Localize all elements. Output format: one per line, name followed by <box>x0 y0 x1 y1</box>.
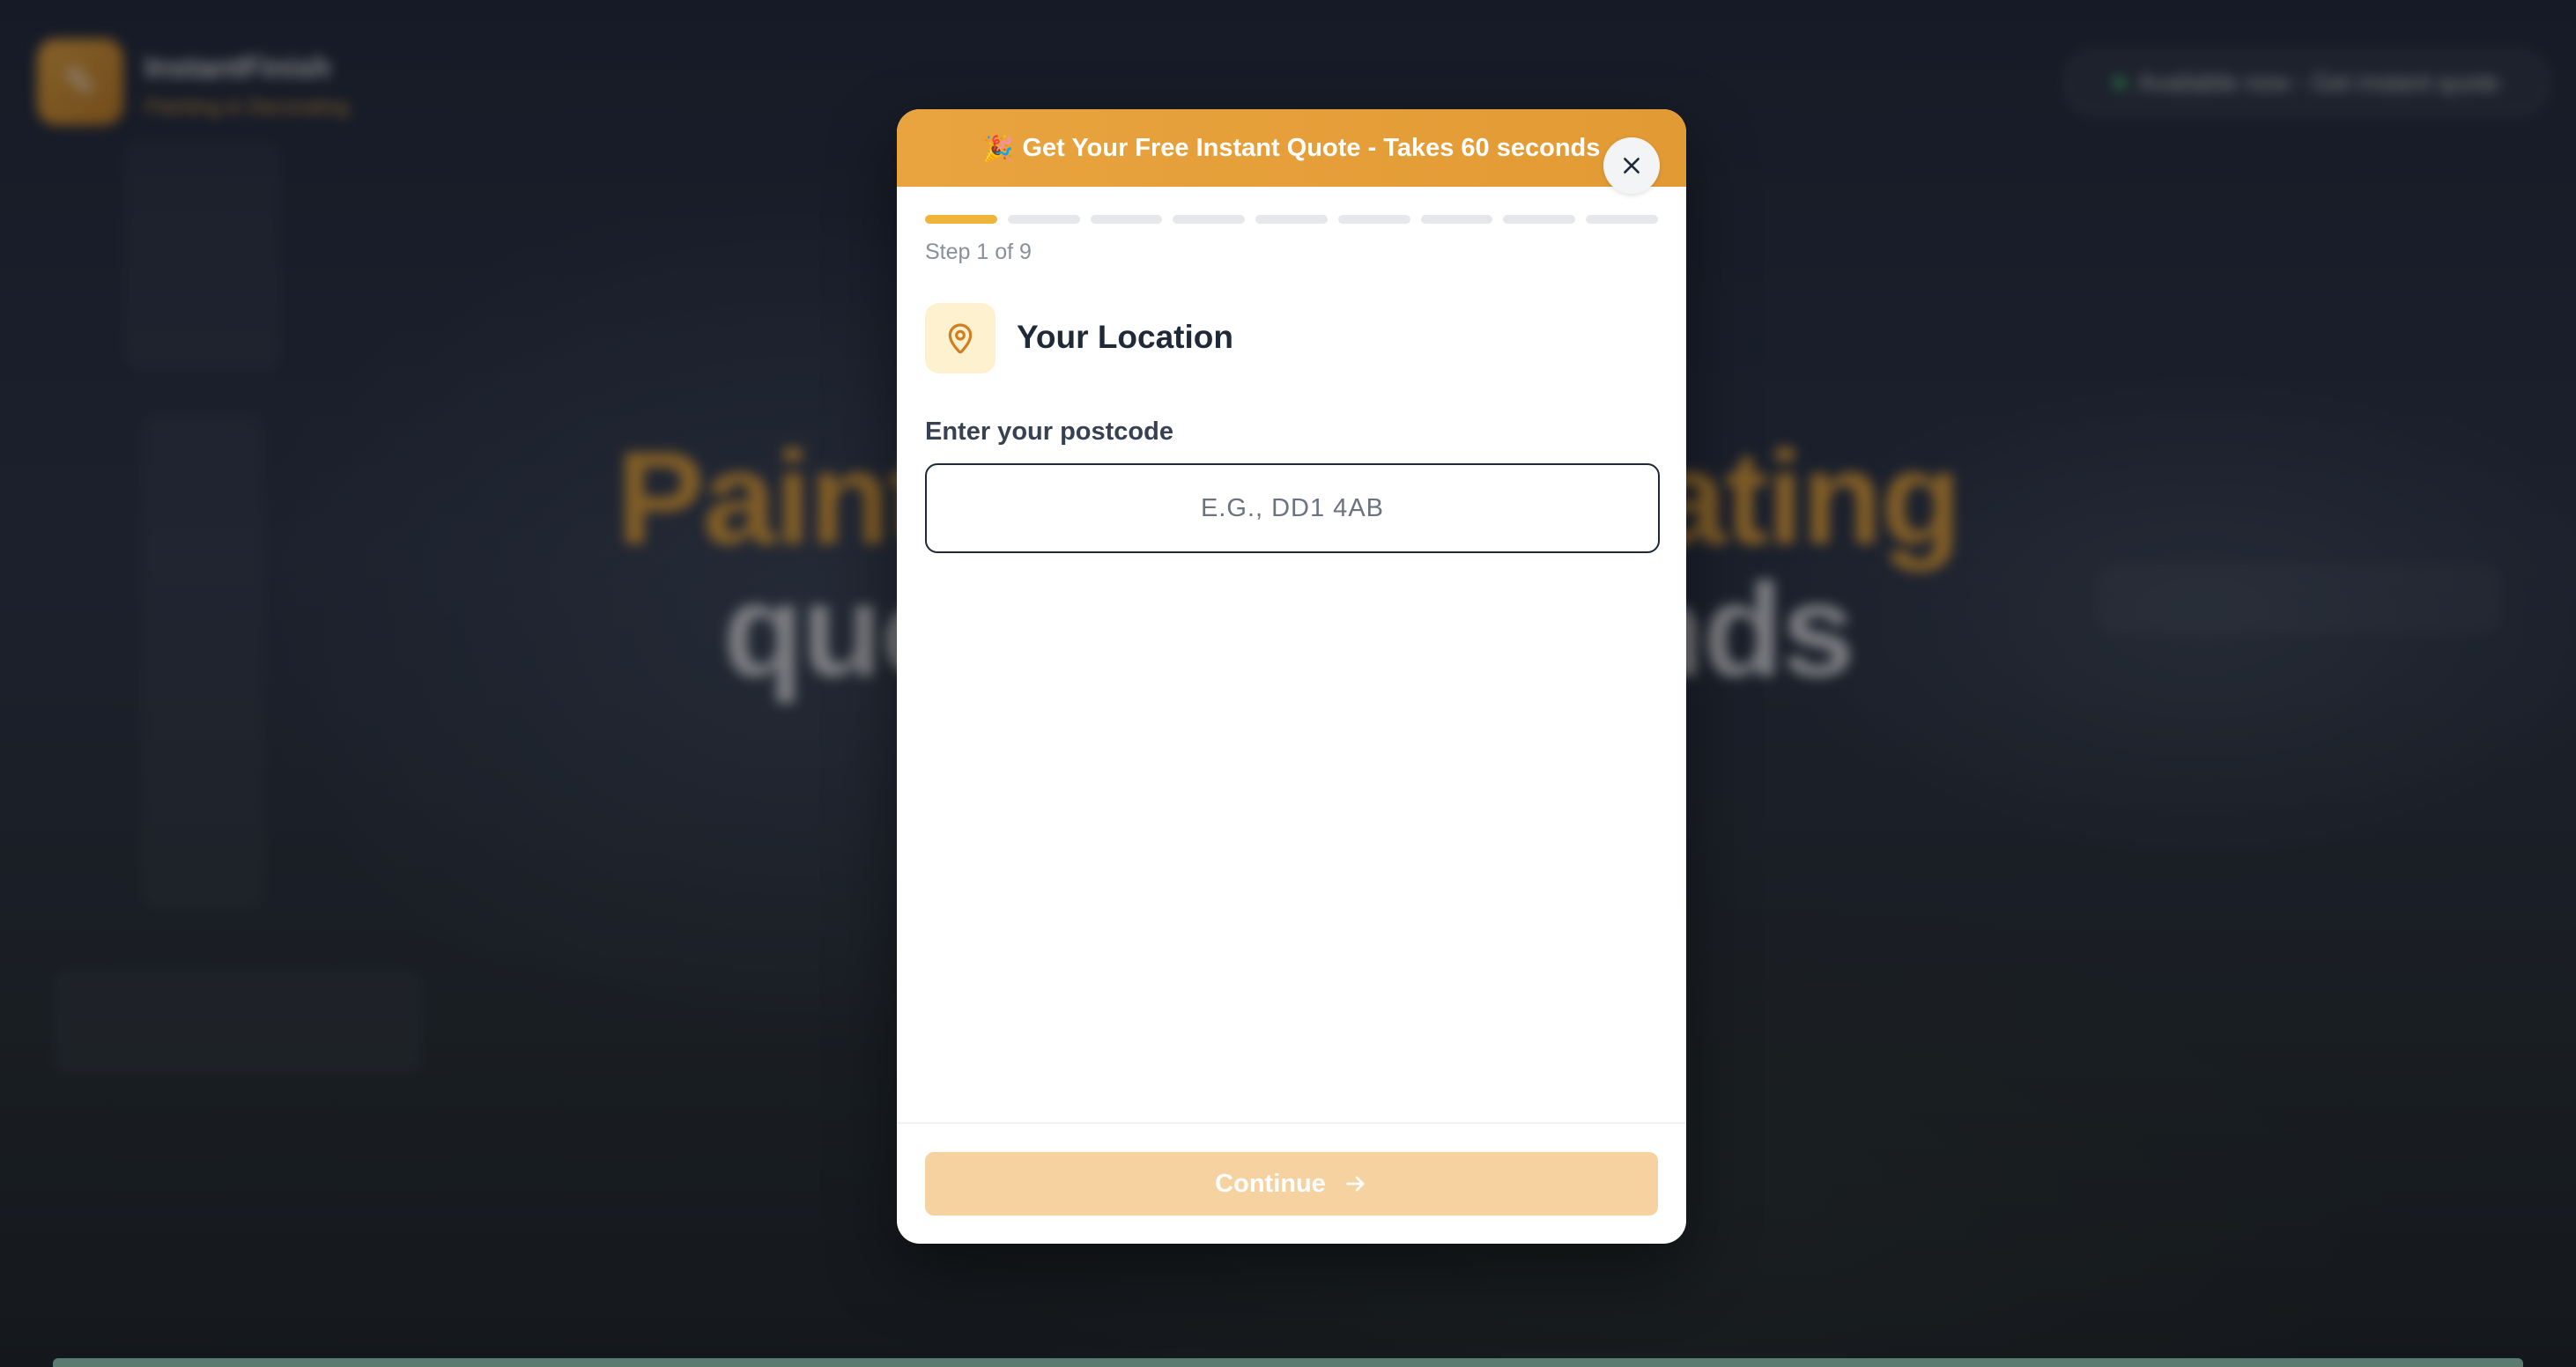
step-title: Your Location <box>1017 319 1233 355</box>
progress-segment-6 <box>1337 215 1410 224</box>
progress-segment-7 <box>1420 215 1493 224</box>
progress-segment-3 <box>1090 215 1163 224</box>
quote-modal: 🎉 Get Your Free Instant Quote - Takes 60… <box>897 109 1686 1244</box>
page-bottom-edge <box>53 1358 2523 1367</box>
arrow-right-icon <box>1346 1176 1365 1192</box>
modal-header: 🎉 Get Your Free Instant Quote - Takes 60… <box>897 109 1686 187</box>
modal-header-text: Get Your Free Instant Quote - Takes 60 s… <box>1022 133 1601 162</box>
progress-segment-9 <box>1586 215 1659 224</box>
progress-segment-4 <box>1173 215 1246 224</box>
continue-label: Continue <box>1215 1169 1326 1198</box>
progress-segment-1 <box>925 215 997 224</box>
close-icon <box>1624 158 1640 174</box>
close-button[interactable] <box>1603 137 1660 194</box>
footer-divider <box>897 1122 1686 1124</box>
continue-button[interactable]: Continue <box>925 1152 1658 1216</box>
step-icon-tile <box>925 303 996 373</box>
progress-segment-8 <box>1503 215 1576 224</box>
postcode-label: Enter your postcode <box>925 417 1173 446</box>
progress-segment-5 <box>1255 215 1328 224</box>
step-progress-bar <box>925 215 1659 224</box>
step-counter: Step 1 of 9 <box>925 240 1032 264</box>
postcode-input[interactable] <box>925 463 1660 553</box>
map-pin-icon <box>948 323 973 354</box>
progress-segment-2 <box>1007 215 1080 224</box>
party-popper-icon: 🎉 <box>982 134 1014 162</box>
